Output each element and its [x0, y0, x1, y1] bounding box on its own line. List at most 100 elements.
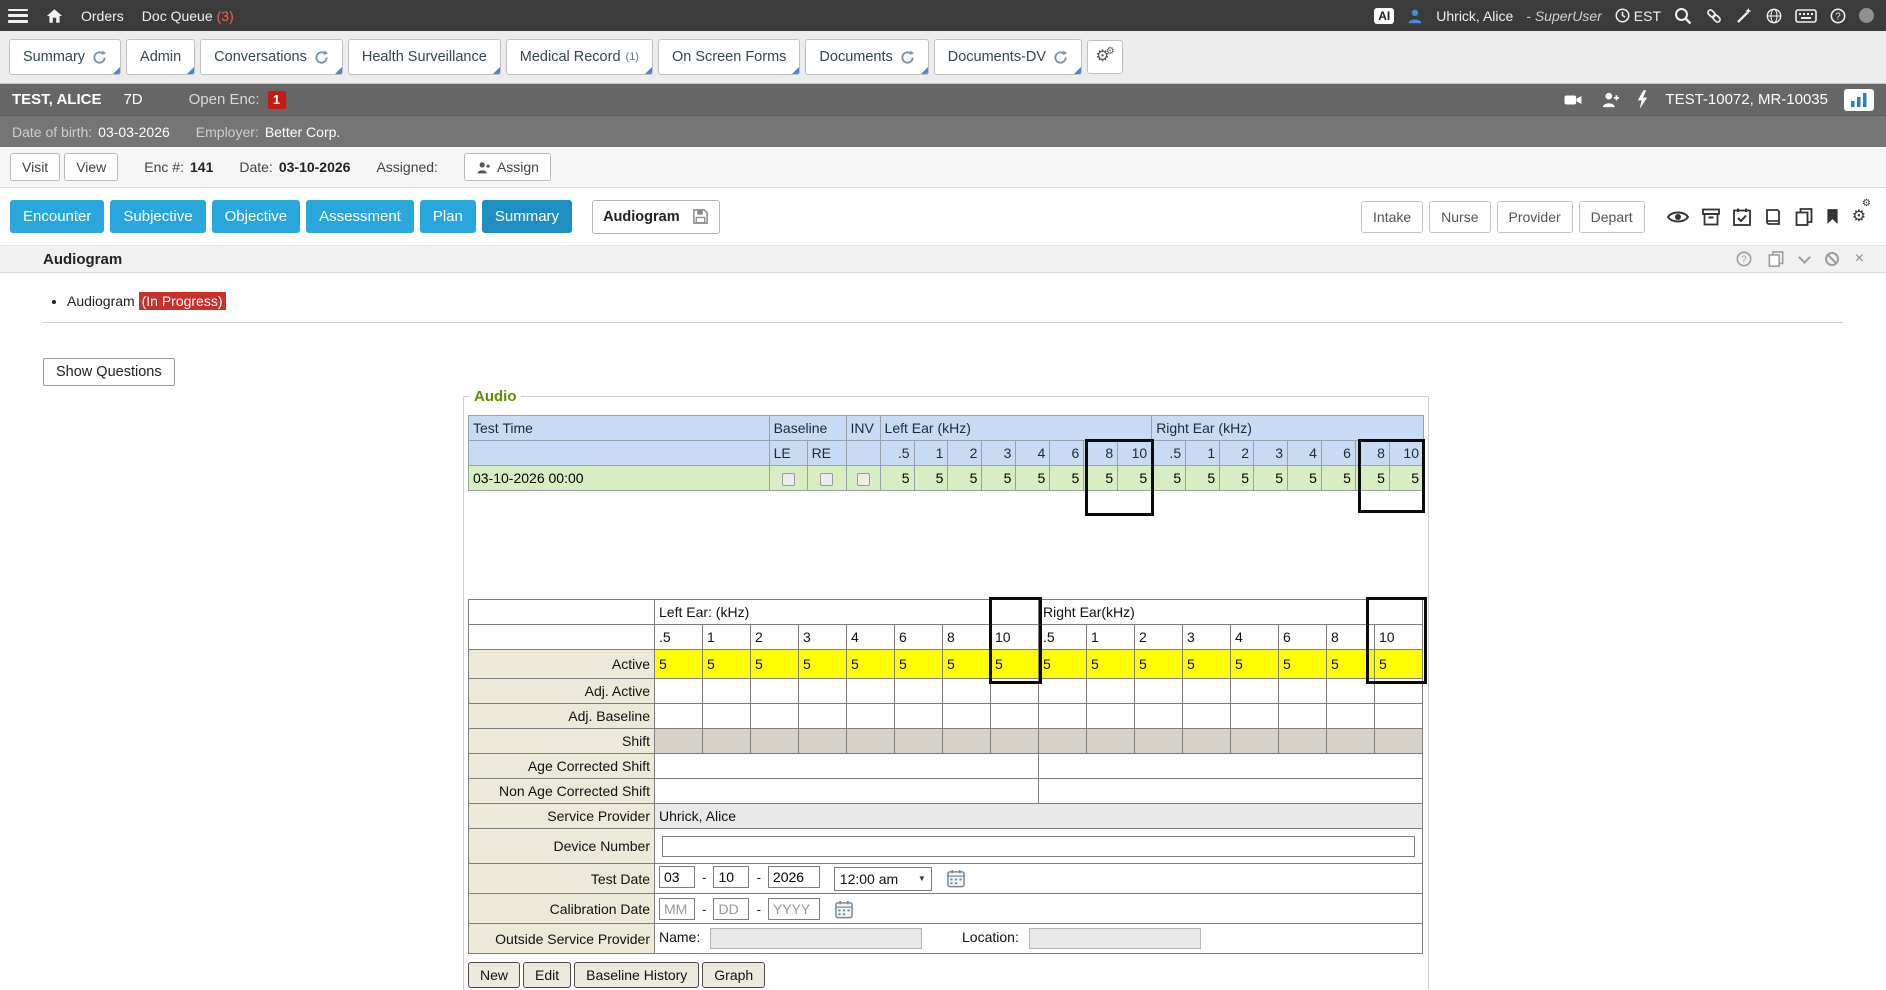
active-threshold-cell-left[interactable]: 5 [943, 650, 991, 679]
form-item-link[interactable]: Audiogram [67, 293, 135, 309]
panel-help-icon[interactable]: ? [1736, 251, 1752, 267]
provider-button[interactable]: Provider [1497, 201, 1573, 233]
lightning-icon[interactable] [1636, 90, 1649, 109]
active-threshold-cell-right[interactable]: 5 [1087, 650, 1135, 679]
archive-icon[interactable] [1702, 208, 1720, 226]
active-threshold-cell-right[interactable]: 5 [1375, 650, 1423, 679]
adj-active-cell[interactable] [1135, 679, 1183, 704]
adj-baseline-cell[interactable] [703, 704, 751, 729]
tab-health-surveillance[interactable]: Health Surveillance [348, 39, 501, 75]
tab-documents-dv[interactable]: Documents-DV [934, 39, 1082, 75]
adj-active-cell[interactable] [1087, 679, 1135, 704]
adj-active-cell[interactable] [1279, 679, 1327, 704]
view-button[interactable]: View [64, 153, 118, 181]
home-icon[interactable] [46, 8, 63, 24]
user-name[interactable]: Uhrick, Alice [1436, 8, 1513, 24]
test-time-select[interactable]: 12:00 am ▼ [834, 867, 932, 891]
link-icon[interactable] [1705, 7, 1723, 25]
objective-button[interactable]: Objective [212, 200, 301, 233]
outside-name-input[interactable] [710, 928, 922, 949]
adj-active-cell[interactable] [751, 679, 799, 704]
adj-baseline-cell[interactable] [847, 704, 895, 729]
adj-active-cell[interactable] [991, 679, 1039, 704]
adj-baseline-cell[interactable] [1183, 704, 1231, 729]
graph-button[interactable]: Graph [702, 962, 765, 988]
adj-active-cell[interactable] [943, 679, 991, 704]
calibration-month-input[interactable] [659, 898, 695, 920]
baseline-re-checkbox[interactable] [820, 473, 833, 486]
nurse-button[interactable]: Nurse [1429, 201, 1490, 233]
visit-button[interactable]: Visit [10, 153, 60, 181]
assign-button[interactable]: Assign [464, 153, 551, 181]
search-icon[interactable] [1674, 7, 1692, 25]
adj-active-cell[interactable] [799, 679, 847, 704]
active-threshold-cell-left[interactable]: 5 [991, 650, 1039, 679]
test-date-year-input[interactable] [768, 866, 820, 888]
globe-icon[interactable] [1766, 8, 1782, 24]
adj-active-cell[interactable] [1327, 679, 1375, 704]
save-icon[interactable] [692, 208, 709, 225]
tab-settings-button[interactable]: ⚙ ⚙ [1087, 40, 1123, 74]
active-threshold-cell-right[interactable]: 5 [1327, 650, 1375, 679]
new-button[interactable]: New [468, 962, 520, 988]
encounter-settings-button[interactable]: ⚙ ⚙ [1852, 209, 1871, 225]
timezone[interactable]: EST [1615, 8, 1661, 24]
help-icon[interactable]: ? [1830, 8, 1846, 24]
assessment-button[interactable]: Assessment [306, 200, 414, 233]
add-user-icon[interactable] [1601, 91, 1620, 108]
patient-name[interactable]: TEST, ALICE [12, 91, 101, 108]
active-threshold-cell-left[interactable]: 5 [655, 650, 703, 679]
active-threshold-cell-left[interactable]: 5 [751, 650, 799, 679]
encounter-button[interactable]: Encounter [10, 200, 104, 233]
tab-summary[interactable]: Summary [9, 39, 121, 75]
baseline-le-checkbox[interactable] [782, 473, 795, 486]
adj-baseline-cell[interactable] [655, 704, 703, 729]
adj-active-cell[interactable] [1231, 679, 1279, 704]
doc-queue-link[interactable]: Doc Queue(3) [142, 8, 234, 24]
adj-active-cell[interactable] [1183, 679, 1231, 704]
test-date-calendar-icon[interactable] [946, 869, 966, 888]
active-threshold-cell-right[interactable]: 5 [1135, 650, 1183, 679]
panel-disable-icon[interactable] [1825, 252, 1839, 266]
refresh-icon[interactable] [1053, 50, 1068, 65]
adj-baseline-cell[interactable] [799, 704, 847, 729]
active-threshold-cell-right[interactable]: 5 [1039, 650, 1087, 679]
refresh-icon[interactable] [92, 50, 107, 65]
chart-stats-button[interactable] [1844, 89, 1874, 111]
panel-pages-icon[interactable] [1768, 251, 1784, 267]
edit-button[interactable]: Edit [523, 962, 571, 988]
baseline-history-button[interactable]: Baseline History [574, 962, 699, 988]
inv-checkbox[interactable] [857, 473, 870, 486]
active-threshold-cell-left[interactable]: 5 [847, 650, 895, 679]
calibration-day-input[interactable] [713, 898, 749, 920]
active-threshold-cell-right[interactable]: 5 [1279, 650, 1327, 679]
test-date-day-input[interactable] [713, 866, 749, 888]
refresh-icon[interactable] [314, 50, 329, 65]
show-questions-button[interactable]: Show Questions [43, 358, 175, 386]
adj-baseline-cell[interactable] [1279, 704, 1327, 729]
adj-baseline-cell[interactable] [943, 704, 991, 729]
adj-baseline-cell[interactable] [1375, 704, 1423, 729]
outside-location-input[interactable] [1029, 928, 1201, 949]
panel-close-icon[interactable]: × [1855, 251, 1864, 267]
adj-active-cell[interactable] [847, 679, 895, 704]
wand-icon[interactable] [1736, 7, 1753, 24]
adj-baseline-cell[interactable] [1231, 704, 1279, 729]
active-threshold-cell-right[interactable]: 5 [1231, 650, 1279, 679]
adj-baseline-cell[interactable] [1087, 704, 1135, 729]
active-threshold-cell-left[interactable]: 5 [799, 650, 847, 679]
summary-button[interactable]: Summary [482, 200, 572, 233]
panel-collapse-icon[interactable] [1798, 251, 1811, 264]
adj-baseline-cell[interactable] [751, 704, 799, 729]
open-enc-badge[interactable]: 1 [268, 91, 286, 109]
ai-badge[interactable]: AI [1374, 8, 1394, 24]
adj-baseline-cell[interactable] [895, 704, 943, 729]
tab-on-screen-forms[interactable]: On Screen Forms [658, 39, 800, 75]
tab-medical-record[interactable]: Medical Record (1) [506, 39, 653, 75]
depart-button[interactable]: Depart [1579, 201, 1645, 233]
video-camera-icon[interactable] [1561, 92, 1585, 108]
adj-active-cell[interactable] [1039, 679, 1087, 704]
eye-icon[interactable] [1667, 210, 1689, 224]
calibration-calendar-icon[interactable] [834, 900, 854, 919]
adj-active-cell[interactable] [895, 679, 943, 704]
